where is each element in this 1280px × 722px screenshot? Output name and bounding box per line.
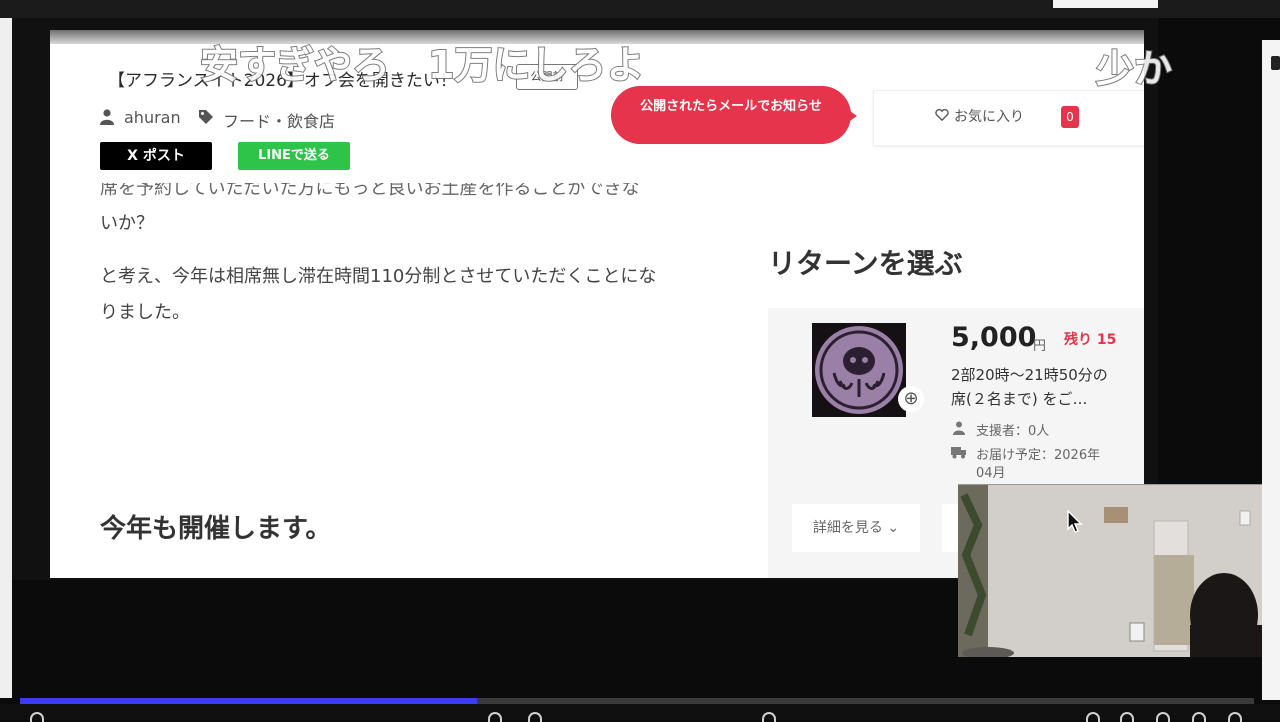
user-icon [100, 109, 114, 125]
body-text-line: りました。 [100, 302, 190, 323]
return-delivery: 04月 [976, 466, 1006, 481]
subtitle-icon[interactable] [1086, 712, 1100, 722]
overlay-comment: 少か [1095, 46, 1173, 92]
return-currency: 円 [1033, 339, 1047, 354]
settings-icon[interactable] [762, 712, 776, 722]
notify-button-arrow [847, 109, 857, 123]
x-post-button[interactable]: X ポスト [100, 142, 212, 170]
return-thumbnail[interactable] [812, 323, 906, 417]
expand-icon[interactable]: ⊕ [898, 386, 924, 412]
category-link[interactable]: フード・飲食店 [223, 108, 335, 132]
return-supporters: 支援者：0人 [976, 424, 1050, 439]
details-button[interactable]: 詳細を見る ⌄ [792, 504, 920, 552]
heart-icon [935, 109, 949, 121]
body-text-line: いか？ [100, 213, 154, 234]
return-remaining: 残り 15 [1064, 332, 1117, 348]
gear-icon[interactable] [1228, 712, 1242, 722]
webcam-feed [958, 485, 1262, 657]
panel-toggle-icon[interactable] [1271, 56, 1280, 70]
section-heading: 今年も開催します。 [100, 514, 332, 544]
mouse-cursor-icon [1067, 510, 1083, 533]
webcam-overlay [958, 484, 1262, 657]
return-delivery: お届け予定：2026年 [976, 448, 1101, 463]
theater-icon[interactable] [1156, 712, 1170, 722]
user-icon [953, 421, 965, 435]
left-edge-panel [0, 18, 12, 698]
pip-icon[interactable] [1120, 712, 1134, 722]
top-bar-tab [1053, 0, 1158, 8]
returns-heading: リターンを選ぶ [768, 247, 963, 280]
body-text-line: 席を予約していただいた方にもっと良いお土産を作ることができな [100, 178, 640, 199]
prev-icon[interactable] [488, 712, 502, 722]
return-price: 5,000 [951, 322, 1037, 353]
right-edge-panel [1262, 40, 1280, 700]
favorite-count-badge: 0 [1061, 106, 1079, 128]
overlay-comment: 安すぎやろ 1万にしろよ [199, 42, 645, 88]
fullscreen-icon[interactable] [1192, 712, 1206, 722]
return-description: 2部20時～21時50分の [951, 366, 1108, 384]
return-description: 席(２名まで) をご… [951, 390, 1088, 408]
play-icon[interactable] [30, 712, 44, 722]
favorite-label: お気に入り [954, 109, 1024, 125]
body-text-line: と考え、今年は相席無し滞在時間110分制とさせていただくことにな [100, 266, 657, 287]
author-name[interactable]: ahuran [124, 108, 181, 127]
truck-icon [951, 447, 966, 459]
tag-icon [199, 110, 213, 124]
line-send-button[interactable]: LINEで送る [238, 142, 350, 170]
time-icon [528, 712, 542, 722]
notify-email-button[interactable]: 公開されたらメールでお知らせ [611, 86, 851, 144]
